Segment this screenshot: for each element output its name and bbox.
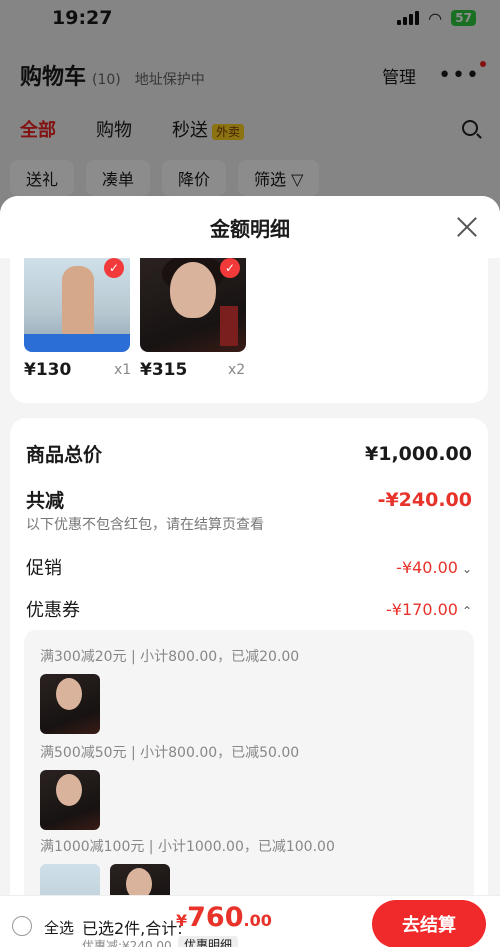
discount-detail-button[interactable]: 优惠明细 (178, 936, 239, 947)
sum-amount: ¥760.00 (176, 902, 272, 933)
selected-info: 已选2件,合计: (82, 919, 183, 938)
coupon-product-thumb (40, 770, 100, 830)
amount-detail-sheet: 金额明细 ✓ ✓ ¥130 x1 ¥315 x2 商品总价 ¥1,000.00 … (0, 196, 500, 947)
product-thumb-lipstick[interactable]: ✓ (140, 258, 246, 352)
coupon-product-thumb (40, 674, 100, 734)
discount-note: 优惠减:¥240.00 (82, 939, 172, 947)
product-price: ¥315 (140, 360, 188, 380)
check-icon[interactable]: ✓ (104, 258, 124, 278)
close-icon[interactable] (456, 216, 478, 238)
chevron-up-icon: ⌃ (461, 603, 472, 618)
coupon-value: -¥170.00 (386, 599, 458, 619)
select-all-label[interactable]: 全选 (44, 917, 74, 938)
coupon-row[interactable]: 优惠券 -¥170.00 ⌃ (26, 596, 472, 622)
product-price: ¥130 (24, 360, 72, 380)
product-qty: x2 (228, 362, 246, 378)
product-qty: x1 (114, 362, 132, 378)
checkout-button[interactable]: 去结算 (372, 900, 486, 947)
select-all-radio[interactable] (12, 916, 32, 936)
reduce-value: -¥240.00 (377, 488, 472, 511)
sheet-title: 金额明细 (210, 216, 290, 241)
total-value: ¥1,000.00 (365, 442, 472, 465)
promo-value: -¥40.00 (396, 557, 458, 577)
reduce-note: 以下优惠不包含红包，请在结算页查看 (26, 517, 264, 533)
reduce-row: 共减 -¥240.00 (26, 488, 472, 513)
check-icon[interactable]: ✓ (220, 258, 240, 278)
selected-products: ✓ ✓ ¥130 x1 ¥315 x2 (10, 258, 488, 403)
total-row: 商品总价 ¥1,000.00 (26, 442, 472, 467)
coupon-line: 满500减50元 | 小计800.00，已减50.00 (40, 745, 300, 761)
sheet-header: 金额明细 (0, 196, 500, 258)
product-thumb-swimwear[interactable]: ✓ (24, 258, 130, 352)
coupon-line: 满300减20元 | 小计800.00，已减20.00 (40, 649, 300, 665)
chevron-down-icon: ⌄ (461, 561, 472, 576)
coupon-line: 满1000减100元 | 小计1000.00，已减100.00 (40, 839, 335, 855)
checkout-bar: 全选 已选2件,合计: ¥760.00 优惠减:¥240.00 优惠明细 去结算 (0, 895, 500, 947)
amount-breakdown: 商品总价 ¥1,000.00 共减 -¥240.00 以下优惠不包含红包，请在结… (10, 418, 488, 947)
promo-row[interactable]: 促销 -¥40.00 ⌄ (26, 554, 472, 580)
